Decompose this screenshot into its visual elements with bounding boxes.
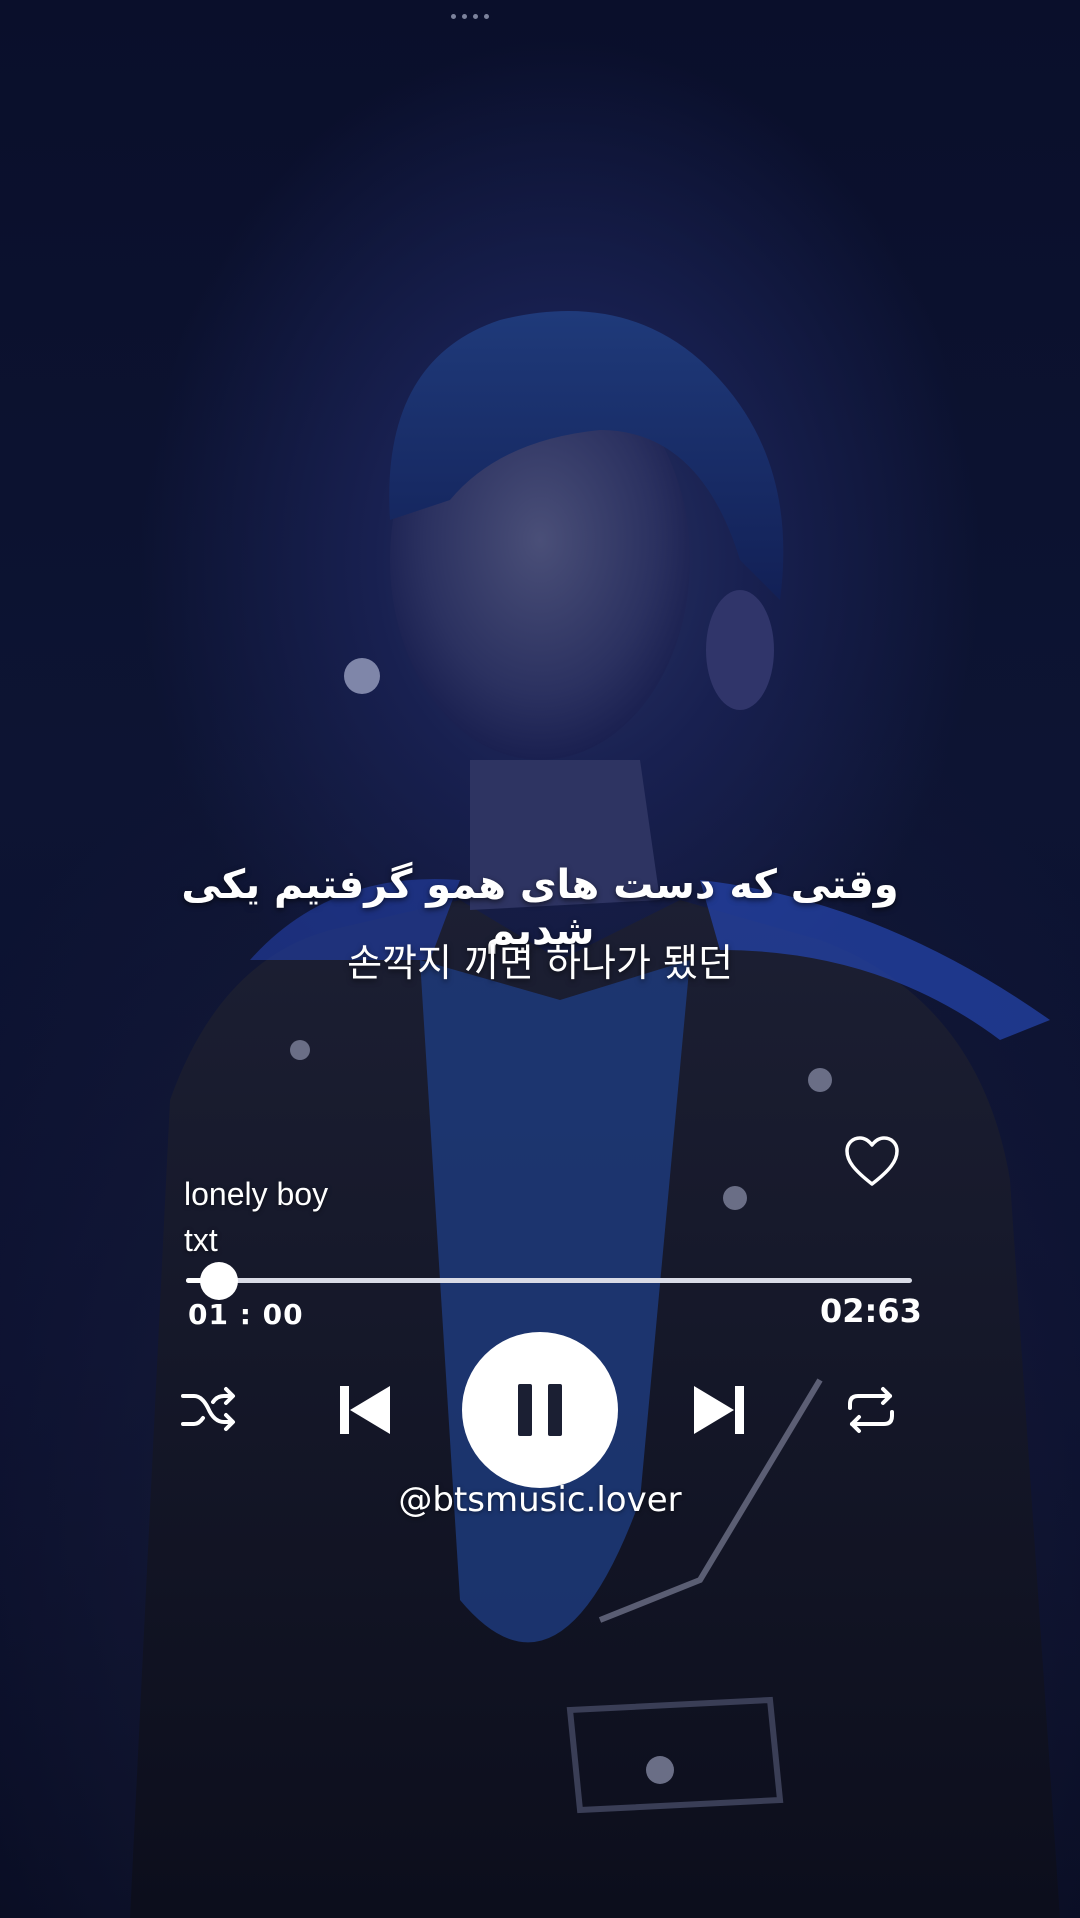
pause-icon <box>518 1384 562 1436</box>
next-button[interactable] <box>690 1380 748 1440</box>
music-player-screen: وقتی که دست های همو گرفتیم یکی شدیم 손깍지 … <box>0 0 1080 1918</box>
watermark-handle: @btsmusic.lover <box>398 1480 682 1520</box>
repeat-icon <box>848 1387 894 1433</box>
like-button[interactable] <box>844 1136 900 1188</box>
progress-thumb[interactable] <box>199 1262 238 1300</box>
lyric-korean: 손깍지 끼면 하나가 됐던 <box>347 941 733 985</box>
progress-track[interactable] <box>186 1278 912 1283</box>
heart-outline-icon <box>845 1136 899 1186</box>
song-title: lonely boy <box>184 1176 329 1212</box>
play-pause-button[interactable] <box>462 1332 618 1488</box>
repeat-button[interactable] <box>842 1384 900 1436</box>
skip-next-icon <box>694 1386 744 1434</box>
time-total: 02:63 <box>820 1292 922 1330</box>
song-artist: txt <box>184 1222 218 1258</box>
top-indicator-dots <box>444 14 496 20</box>
shuffle-button[interactable] <box>180 1384 236 1436</box>
skip-previous-icon <box>340 1386 390 1434</box>
shuffle-icon <box>181 1387 235 1431</box>
time-elapsed: 01 : 00 <box>188 1298 304 1331</box>
previous-button[interactable] <box>336 1380 394 1440</box>
